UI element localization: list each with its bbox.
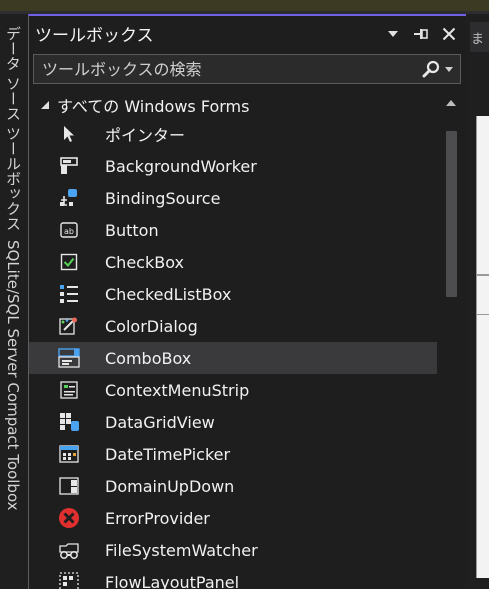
item-label: ColorDialog [105, 316, 198, 336]
domain-up-down-icon [58, 476, 80, 496]
toolbox-item-combobox[interactable]: ComboBox [29, 342, 437, 374]
combo-box-icon [58, 348, 80, 368]
close-button[interactable] [441, 26, 457, 42]
caret-down-icon [388, 30, 398, 37]
search-button[interactable] [420, 58, 442, 80]
error-provider-icon [58, 508, 80, 528]
item-label: DomainUpDown [105, 476, 235, 496]
item-label: BindingSource [105, 188, 221, 208]
search-box [33, 54, 461, 84]
item-label: FlowLayoutPanel [105, 572, 240, 589]
scrollbar-thumb[interactable] [446, 131, 457, 297]
toolbox-item-backgroundworker[interactable]: BackgroundWorker [29, 150, 437, 182]
group-label: すべての Windows Forms [57, 97, 250, 116]
item-label: ComboBox [105, 348, 192, 368]
scroll-up-button[interactable] [443, 96, 459, 110]
search-input[interactable] [34, 54, 420, 84]
toolbox-item-flowlayoutpanel[interactable]: FlowLayoutPanel [29, 566, 437, 589]
item-label: FileSystemWatcher [105, 540, 258, 560]
side-tab-sqlite-toolbox[interactable]: SQLite/SQL Server Compact Toolbox [1, 240, 25, 511]
toolbox-item-pointer[interactable]: ポインター [29, 118, 437, 150]
editor-tab-label: ま [471, 32, 485, 47]
item-label: Button [105, 220, 159, 240]
pin-icon [414, 28, 428, 39]
window-options-button[interactable] [385, 26, 401, 42]
close-icon [442, 27, 456, 40]
toolbox-item-checkedlistbox[interactable]: CheckedListBox [29, 278, 437, 310]
title-bar-strip [0, 0, 489, 11]
toolbox-panel: ツールボックス ツールボックスの検索 すべての Windows Forms ポイ… [28, 14, 466, 589]
item-label: ポインター [105, 126, 186, 145]
pointer-icon [58, 124, 80, 144]
designer-surface[interactable] [476, 116, 489, 578]
file-system-watcher-icon [58, 540, 80, 560]
toolbox-item-button[interactable]: ab Button [29, 214, 437, 246]
toolbox-item-bindingsource[interactable]: BindingSource [29, 182, 437, 214]
toolbox-item-list: ポインター BackgroundWorker BindingSource ab … [29, 118, 437, 589]
search-options-button[interactable] [442, 58, 456, 80]
toolbox-item-checkbox[interactable]: CheckBox [29, 246, 437, 278]
toolbox-item-datagridview[interactable]: DataGridView [29, 406, 437, 438]
context-menu-strip-icon [58, 380, 80, 400]
designer-divider [477, 314, 489, 315]
button-icon: ab [58, 220, 80, 240]
toolbox-item-datetimepicker[interactable]: DateTimePicker [29, 438, 437, 470]
item-label: ContextMenuStrip [105, 380, 250, 400]
background-worker-icon [58, 156, 80, 176]
group-header-windows-forms[interactable]: すべての Windows Forms [29, 92, 437, 118]
color-dialog-icon [58, 316, 80, 336]
panel-title: ツールボックス [35, 26, 154, 46]
item-label: CheckedListBox [105, 284, 232, 304]
toolbox-item-filesystemwatcher[interactable]: FileSystemWatcher [29, 534, 437, 566]
item-label: ErrorProvider [105, 508, 210, 528]
checkbox-icon [58, 252, 80, 272]
date-time-picker-icon [58, 444, 80, 464]
pin-button[interactable] [413, 26, 429, 42]
toolbox-item-contextmenustrip[interactable]: ContextMenuStrip [29, 374, 437, 406]
item-label: CheckBox [105, 252, 184, 272]
item-label: DataGridView [105, 412, 215, 432]
designer-divider [477, 274, 489, 276]
item-label: BackgroundWorker [105, 156, 257, 176]
side-tab-strip: データ ソース ツールボックス SQLite/SQL Server Compac… [0, 14, 26, 589]
toolbox-item-errorprovider[interactable]: ErrorProvider [29, 502, 437, 534]
search-icon [422, 60, 440, 78]
toolbox-item-colordialog[interactable]: ColorDialog [29, 310, 437, 342]
binding-source-icon [58, 188, 80, 208]
toolbox-item-domainupdown[interactable]: DomainUpDown [29, 470, 437, 502]
caret-down-icon [445, 66, 453, 72]
side-tab-data-sources[interactable]: データ ソース [1, 26, 25, 121]
checked-list-box-icon [58, 284, 80, 304]
data-grid-view-icon [58, 412, 80, 432]
svg-text:ab: ab [64, 227, 74, 236]
panel-header: ツールボックス [29, 16, 465, 51]
item-label: DateTimePicker [105, 444, 231, 464]
side-tab-toolbox[interactable]: ツールボックス [1, 126, 25, 231]
collapse-arrow-icon [39, 99, 51, 111]
flow-layout-panel-icon [58, 572, 80, 589]
caret-up-icon [446, 100, 456, 106]
